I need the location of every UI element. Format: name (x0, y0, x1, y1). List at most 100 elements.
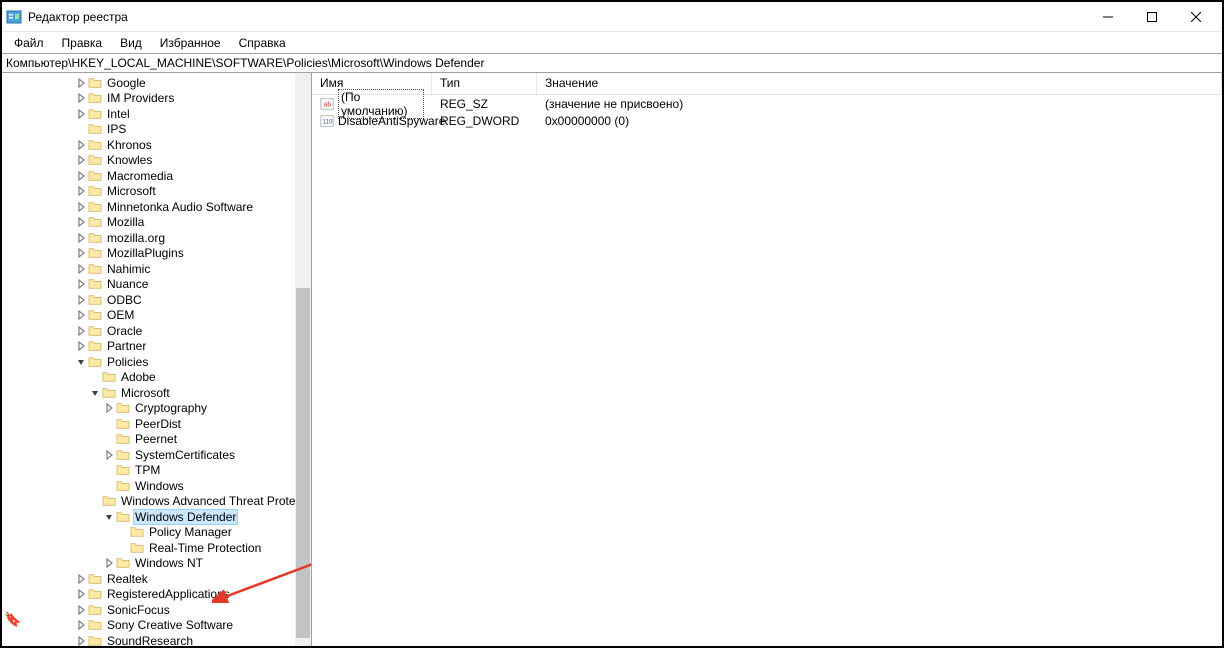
folder-icon (88, 619, 102, 631)
tree-item-label: Microsoft (120, 386, 171, 400)
chevron-right-icon[interactable] (74, 169, 88, 183)
tree-item[interactable]: Google (2, 75, 311, 91)
chevron-right-icon[interactable] (74, 76, 88, 90)
tree-item[interactable]: IM Providers (2, 91, 311, 107)
chevron-down-icon[interactable] (88, 386, 102, 400)
chevron-right-icon[interactable] (74, 324, 88, 338)
content-area: GoogleIM ProvidersIntelIPSKhronosKnowles… (2, 73, 1222, 646)
chevron-right-icon[interactable] (102, 448, 116, 462)
tree-item[interactable]: mozilla.org (2, 230, 311, 246)
close-button[interactable] (1174, 3, 1218, 31)
tree-item[interactable]: RegisteredApplications (2, 587, 311, 603)
tree-item[interactable]: Sony Creative Software (2, 618, 311, 634)
folder-icon (88, 232, 102, 244)
chevron-right-icon[interactable] (74, 91, 88, 105)
tree-item-label: Macromedia (106, 169, 174, 183)
chevron-right-icon[interactable] (74, 138, 88, 152)
tree-item[interactable]: Adobe (2, 370, 311, 386)
chevron-right-icon[interactable] (102, 556, 116, 570)
tree-item[interactable]: Partner (2, 339, 311, 355)
column-type[interactable]: Тип (432, 73, 537, 94)
tree-item[interactable]: TPM (2, 463, 311, 479)
chevron-right-icon[interactable] (74, 153, 88, 167)
tree-item[interactable]: Microsoft (2, 385, 311, 401)
menu-favorites[interactable]: Избранное (152, 34, 229, 52)
tree-item-label: Mozilla (106, 215, 145, 229)
tree-item[interactable]: SoundResearch (2, 633, 311, 646)
tree-item[interactable]: Cryptography (2, 401, 311, 417)
tree-item[interactable]: Knowles (2, 153, 311, 169)
tree-item[interactable]: Windows NT (2, 556, 311, 572)
tree-item-label: TPM (134, 463, 161, 477)
chevron-right-icon[interactable] (74, 618, 88, 632)
maximize-button[interactable] (1130, 3, 1174, 31)
chevron-right-icon[interactable] (74, 293, 88, 307)
chevron-down-icon[interactable] (74, 355, 88, 369)
value-row[interactable]: ab(По умолчанию)REG_SZ(значение не присв… (312, 95, 1222, 112)
tree-item[interactable]: SonicFocus (2, 602, 311, 618)
tree-item[interactable]: Microsoft (2, 184, 311, 200)
chevron-right-icon[interactable] (74, 107, 88, 121)
tree-item-label: Peernet (134, 432, 178, 446)
chevron-right-icon[interactable] (74, 231, 88, 245)
value-data-cell: (значение не присвоено) (537, 97, 1222, 111)
tree-item[interactable]: Nahimic (2, 261, 311, 277)
address-bar[interactable]: Компьютер\HKEY_LOCAL_MACHINE\SOFTWARE\Po… (2, 53, 1222, 73)
folder-icon (116, 433, 130, 445)
tree-item[interactable]: Policies (2, 354, 311, 370)
regedit-icon (6, 9, 22, 25)
menu-help[interactable]: Справка (231, 34, 294, 52)
tree-item[interactable]: Policy Manager (2, 525, 311, 541)
folder-icon (116, 464, 130, 476)
tree-item[interactable]: Intel (2, 106, 311, 122)
chevron-down-icon[interactable] (102, 510, 116, 524)
chevron-right-icon[interactable] (102, 401, 116, 415)
tree-item[interactable]: OEM (2, 308, 311, 324)
menu-view[interactable]: Вид (112, 34, 150, 52)
chevron-right-icon[interactable] (74, 587, 88, 601)
chevron-right-icon[interactable] (74, 634, 88, 646)
chevron-right-icon[interactable] (74, 339, 88, 353)
tree-item-label: Real-Time Protection (148, 541, 262, 555)
chevron-right-icon[interactable] (74, 215, 88, 229)
tree-item[interactable]: Oracle (2, 323, 311, 339)
tree-item[interactable]: Real-Time Protection (2, 540, 311, 556)
tree-item[interactable]: MozillaPlugins (2, 246, 311, 262)
tree-item[interactable]: Realtek (2, 571, 311, 587)
tree-item-label: SystemCertificates (134, 448, 236, 462)
tree-item[interactable]: Nuance (2, 277, 311, 293)
tree-item[interactable]: Minnetonka Audio Software (2, 199, 311, 215)
tree-item[interactable]: Peernet (2, 432, 311, 448)
tree-pane[interactable]: GoogleIM ProvidersIntelIPSKhronosKnowles… (2, 73, 312, 646)
chevron-right-icon[interactable] (74, 200, 88, 214)
chevron-right-icon[interactable] (74, 603, 88, 617)
tree-item[interactable]: PeerDist (2, 416, 311, 432)
tree-item[interactable]: Macromedia (2, 168, 311, 184)
tree-item[interactable]: Windows Defender (2, 509, 311, 525)
tree-item[interactable]: Khronos (2, 137, 311, 153)
tree-item[interactable]: Windows (2, 478, 311, 494)
chevron-right-icon[interactable] (74, 262, 88, 276)
folder-icon (88, 247, 102, 259)
chevron-right-icon[interactable] (74, 184, 88, 198)
chevron-right-icon[interactable] (74, 277, 88, 291)
menu-edit[interactable]: Правка (54, 34, 111, 52)
folder-icon (88, 604, 102, 616)
folder-icon (88, 588, 102, 600)
chevron-right-icon[interactable] (74, 308, 88, 322)
tree-item[interactable]: Mozilla (2, 215, 311, 231)
value-row[interactable]: 110DisableAntiSpywareREG_DWORD0x00000000… (312, 112, 1222, 129)
tree-item[interactable]: IPS (2, 122, 311, 138)
folder-icon (88, 185, 102, 197)
chevron-right-icon[interactable] (74, 572, 88, 586)
minimize-button[interactable] (1086, 3, 1130, 31)
chevron-right-icon[interactable] (74, 246, 88, 260)
tree-scrollbar-thumb[interactable] (296, 288, 310, 638)
menu-file[interactable]: Файл (6, 34, 52, 52)
tree-item[interactable]: SystemCertificates (2, 447, 311, 463)
tree-scrollbar[interactable] (295, 73, 311, 646)
column-data[interactable]: Значение (537, 73, 1222, 94)
tree-item[interactable]: Windows Advanced Threat Protection (2, 494, 311, 510)
tree-item[interactable]: ODBC (2, 292, 311, 308)
folder-icon (88, 309, 102, 321)
